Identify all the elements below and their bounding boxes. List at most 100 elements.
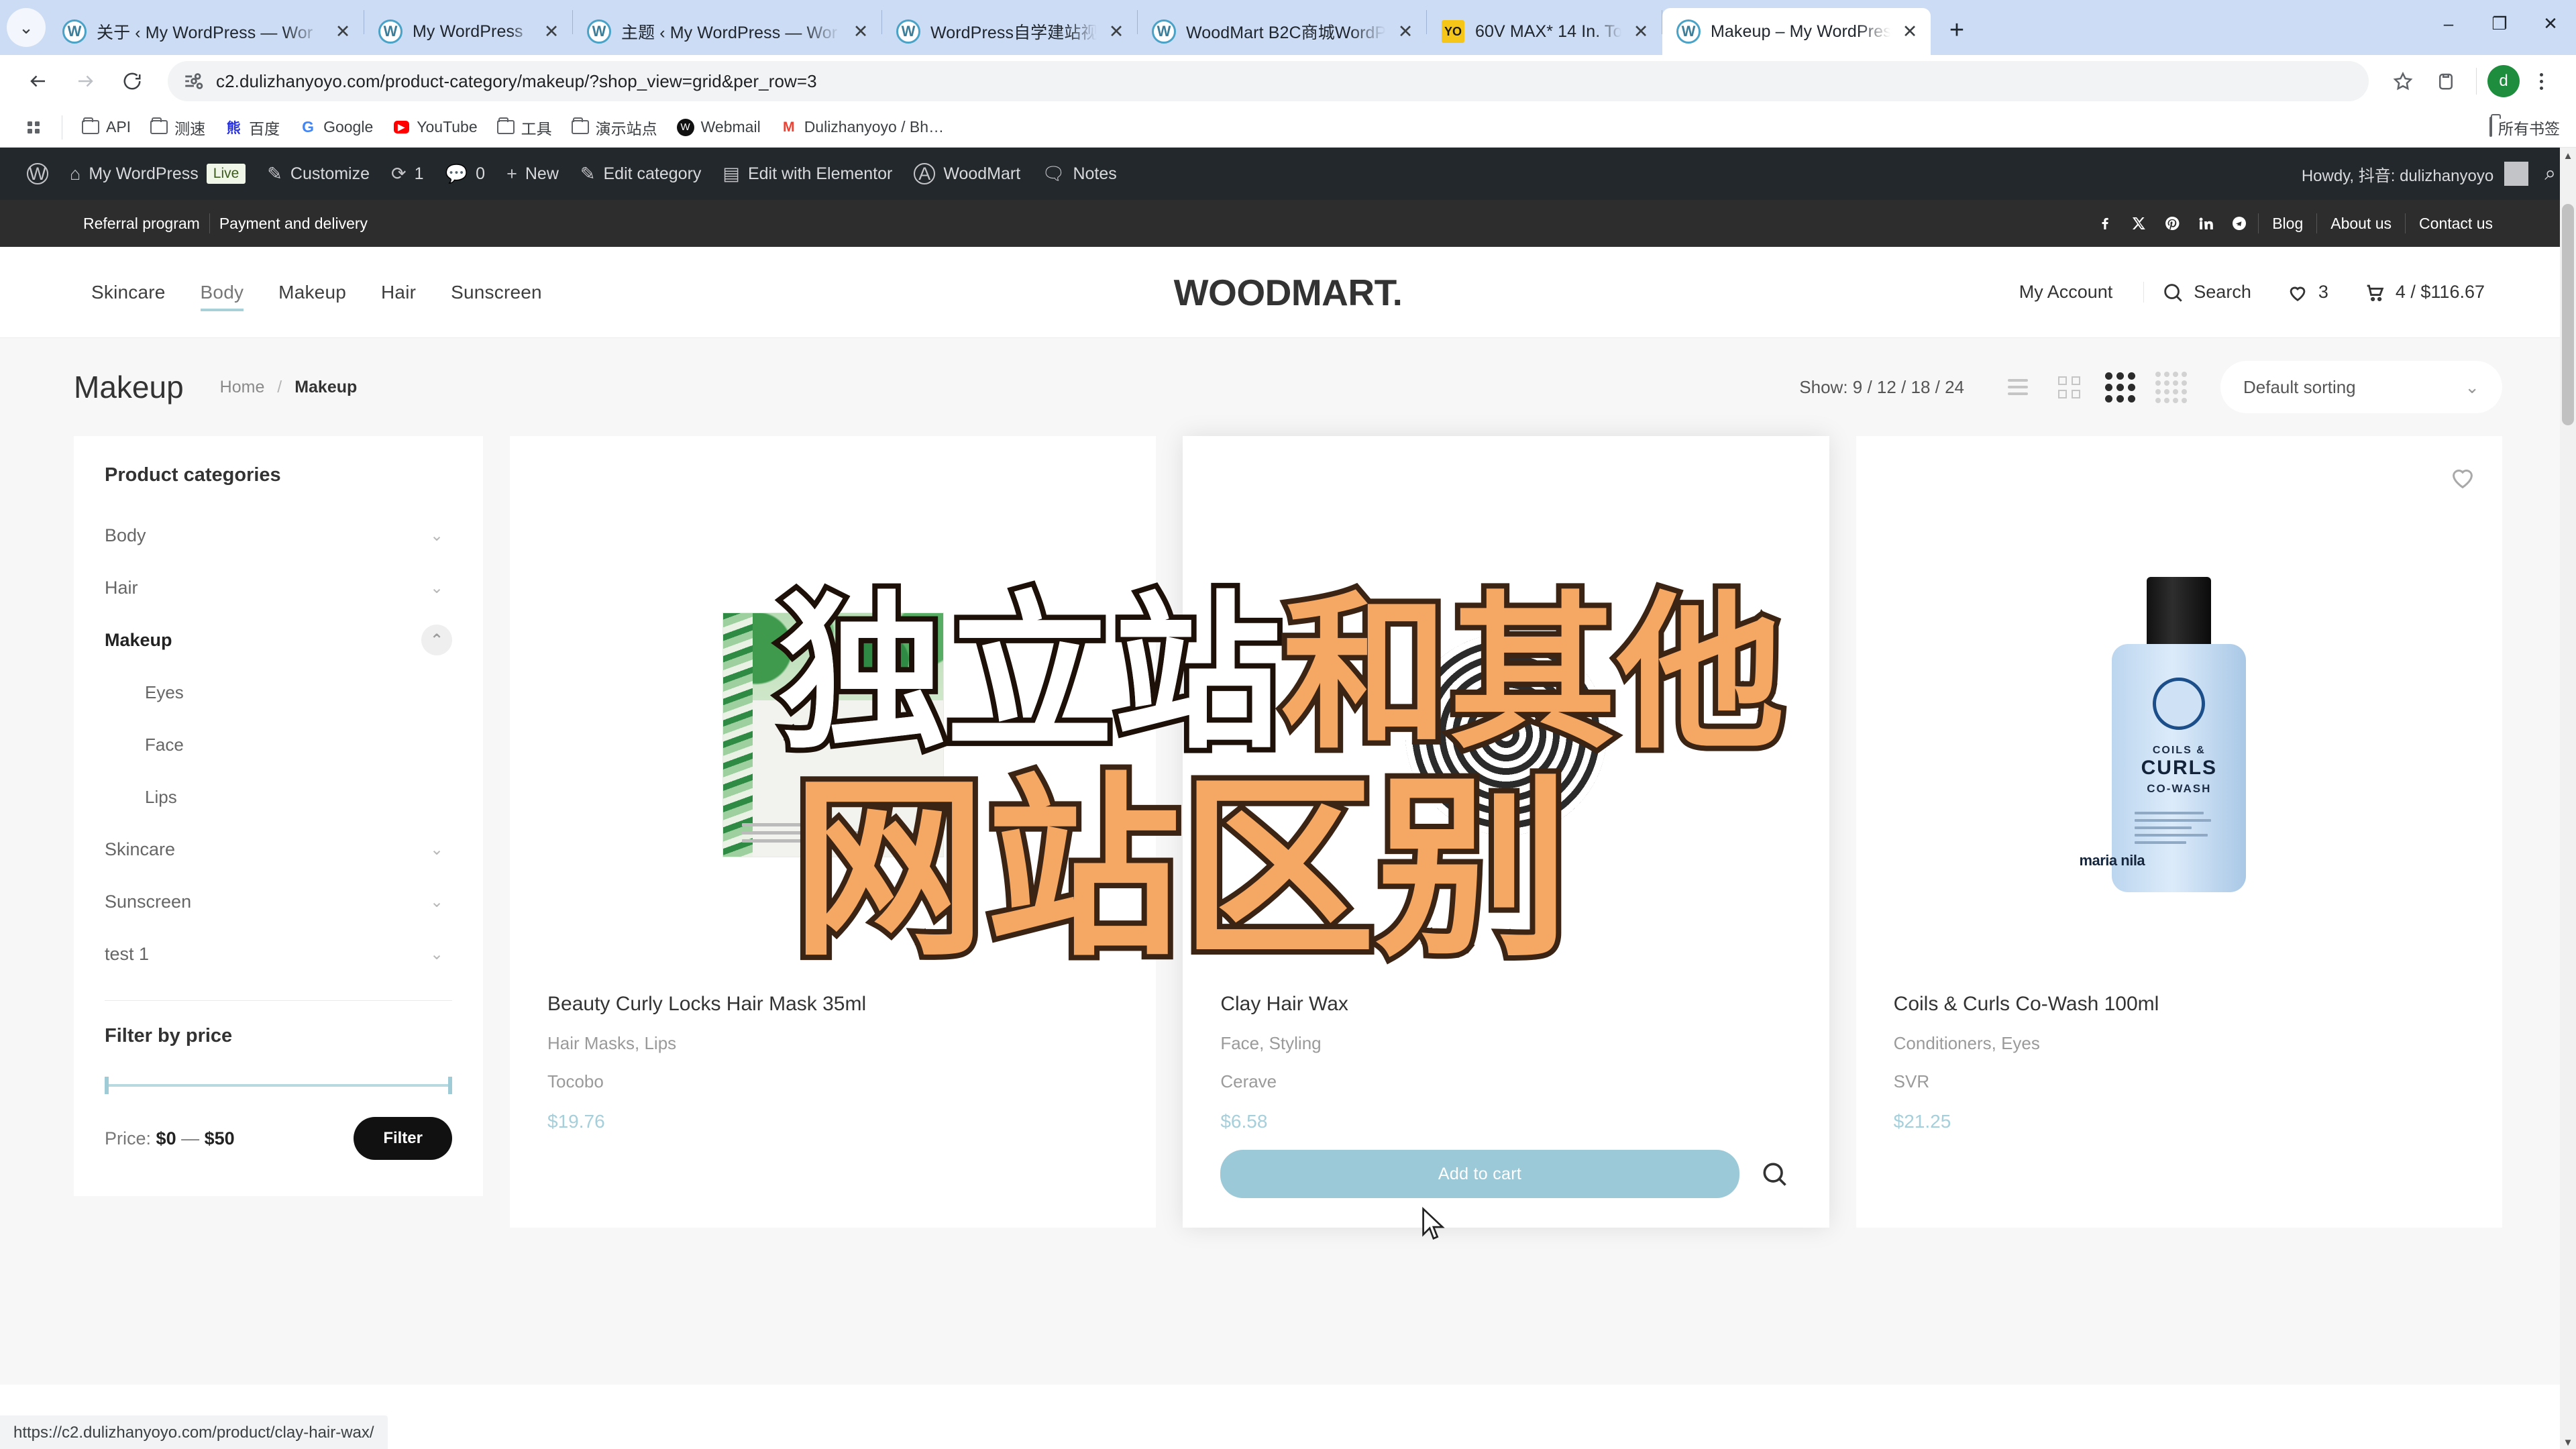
apps-grid-icon[interactable] <box>16 114 51 141</box>
heart-icon[interactable] <box>2447 462 2478 492</box>
new-tab-button[interactable]: + <box>1936 9 1978 51</box>
add-to-cart-button[interactable]: Add to cart <box>1220 1150 1739 1198</box>
bookmark-item[interactable]: G Google <box>290 114 381 141</box>
wp-notes[interactable]: 🗨 Notes <box>1031 148 1128 200</box>
nav-item-body[interactable]: Body <box>183 275 262 311</box>
view-mode-grid-3[interactable] <box>2094 367 2145 407</box>
category-item-test-1[interactable]: test 1 ⌄ <box>105 928 452 980</box>
wp-edit-with-elementor[interactable]: ▤ Edit with Elementor <box>712 148 903 200</box>
product-name[interactable]: Coils & Curls Co-Wash 100ml <box>1894 993 2465 1016</box>
scroll-up-arrow[interactable]: ▲ <box>2560 148 2576 164</box>
pinterest-icon[interactable] <box>2157 209 2187 238</box>
wp-updates[interactable]: ⟳ 1 <box>380 148 435 200</box>
chevron-down-icon[interactable]: ⌄ <box>421 834 452 865</box>
close-window-button[interactable]: ✕ <box>2525 0 2576 47</box>
site-logo[interactable]: WOODMART. <box>1174 271 1403 314</box>
category-item-sunscreen[interactable]: Sunscreen ⌄ <box>105 875 452 928</box>
back-button[interactable] <box>17 60 59 102</box>
product-image[interactable]: COILS & CURLS CO-WASH maria nila <box>1856 436 2502 993</box>
maximize-button[interactable]: ❐ <box>2474 0 2525 47</box>
close-tab-icon[interactable]: ✕ <box>1627 17 1655 46</box>
quick-view-search-icon[interactable] <box>1757 1157 1792 1191</box>
browser-tab[interactable]: 主题 ‹ My WordPress — Wor ✕ <box>573 8 881 55</box>
chevron-down-icon[interactable]: ⌄ <box>421 886 452 917</box>
cart-button[interactable]: 4 / $116.67 <box>2346 281 2502 304</box>
wp-woodmart[interactable]: A WoodMart <box>903 148 1031 200</box>
chevron-down-icon[interactable]: ⌄ <box>421 520 452 551</box>
address-bar[interactable]: c2.dulizhanyoyo.com/product-category/mak… <box>168 61 2369 101</box>
browser-tab[interactable]: WordPress自学建站视频课程 ✕ <box>882 8 1137 55</box>
sorting-select[interactable]: Default sorting ⌄ <box>2220 361 2502 413</box>
view-mode-grid-4[interactable] <box>2145 367 2196 407</box>
my-account-link[interactable]: My Account <box>2019 282 2145 303</box>
wp-comments[interactable]: 💬 0 <box>435 148 496 200</box>
site-settings-icon[interactable] <box>182 70 205 93</box>
wp-howdy-label[interactable]: Howdy, 抖音: dulizhanyoyo <box>2302 162 2493 186</box>
product-name[interactable]: Beauty Curly Locks Hair Mask 35ml <box>547 993 1118 1016</box>
nav-item-skincare[interactable]: Skincare <box>74 275 183 310</box>
forward-button[interactable] <box>64 60 106 102</box>
nav-item-hair[interactable]: Hair <box>364 275 433 310</box>
wp-new[interactable]: + New <box>496 148 570 200</box>
category-item-makeup[interactable]: Makeup ⌃ <box>105 614 452 666</box>
bookmark-item[interactable]: W Webmail <box>668 114 769 141</box>
profile-avatar[interactable]: d <box>2487 65 2520 97</box>
browser-tab[interactable]: Makeup – My WordPress ✕ <box>1662 8 1931 55</box>
page-scrollbar[interactable]: ▲ ▼ <box>2560 148 2576 1449</box>
close-tab-icon[interactable]: ✕ <box>1391 17 1419 46</box>
reload-button[interactable] <box>111 60 153 102</box>
category-item-face[interactable]: Face <box>105 718 452 771</box>
search-icon[interactable]: ⌕ <box>2544 162 2556 185</box>
bookmark-item[interactable]: ▶ YouTube <box>384 114 485 141</box>
nav-item-makeup[interactable]: Makeup <box>261 275 364 310</box>
topbar-link-referral[interactable]: Referral program <box>74 215 209 233</box>
chrome-menu-button[interactable] <box>2524 62 2559 100</box>
close-tab-icon[interactable]: ✕ <box>329 17 357 46</box>
browser-tab[interactable]: YO 60V MAX* 14 In. Top Handle ✕ <box>1427 8 1662 55</box>
close-tab-icon[interactable]: ✕ <box>1896 17 1924 46</box>
scrollbar-thumb[interactable] <box>2562 204 2574 425</box>
wp-edit-category[interactable]: ✎ Edit category <box>570 148 712 200</box>
category-item-skincare[interactable]: Skincare ⌄ <box>105 823 452 875</box>
extensions-icon[interactable] <box>2426 62 2465 101</box>
topbar-link-blog[interactable]: Blog <box>2263 215 2312 233</box>
view-mode-list[interactable] <box>1992 367 2043 407</box>
category-item-eyes[interactable]: Eyes <box>105 666 452 718</box>
show-count-label[interactable]: Show: 9 / 12 / 18 / 24 <box>1799 377 1964 398</box>
wp-customize[interactable]: ✎ Customize <box>256 148 380 200</box>
scroll-down-arrow[interactable]: ▼ <box>2560 1434 2576 1449</box>
nav-item-sunscreen[interactable]: Sunscreen <box>433 275 559 310</box>
browser-tab[interactable]: 关于 ‹ My WordPress — Wor ✕ <box>48 8 364 55</box>
browser-tab[interactable]: WoodMart B2C商城WordPre ✕ <box>1138 8 1426 55</box>
facebook-icon[interactable] <box>2090 209 2120 238</box>
bookmark-item[interactable]: M Dulizhanyoyo / Bh… <box>771 114 952 141</box>
chevron-up-icon[interactable]: ⌃ <box>421 625 452 655</box>
all-bookmarks-button[interactable]: 所有书签 <box>2489 116 2560 139</box>
chevron-down-icon[interactable]: ⌄ <box>421 938 452 969</box>
bookmark-item[interactable]: 测速 <box>142 112 213 143</box>
product-card[interactable]: COILS & CURLS CO-WASH maria nila Coils & Cur… <box>1856 436 2502 1228</box>
product-image[interactable] <box>1183 436 1829 993</box>
bookmark-item[interactable]: 演示站点 <box>563 112 665 143</box>
breadcrumb-home[interactable]: Home <box>220 378 265 396</box>
category-item-hair[interactable]: Hair ⌄ <box>105 561 452 614</box>
category-item-body[interactable]: Body ⌄ <box>105 509 452 561</box>
wishlist-button[interactable]: 3 <box>2269 281 2346 304</box>
search-button[interactable]: Search <box>2144 281 2269 304</box>
chevron-down-icon[interactable]: ⌄ <box>421 572 452 603</box>
wp-logo-menu[interactable]: W <box>16 148 59 200</box>
product-card[interactable]: Beauty Curly Locks Hair Mask 35ml Hair Ma… <box>510 436 1157 1228</box>
close-tab-icon[interactable]: ✕ <box>1102 17 1130 46</box>
slider-handle-min[interactable] <box>105 1077 109 1094</box>
slider-handle-max[interactable] <box>448 1077 452 1094</box>
topbar-link-payment[interactable]: Payment and delivery <box>210 215 377 233</box>
close-tab-icon[interactable]: ✕ <box>847 17 875 46</box>
view-mode-grid-2[interactable] <box>2043 367 2094 407</box>
topbar-link-about[interactable]: About us <box>2321 215 2401 233</box>
topbar-link-contact[interactable]: Contact us <box>2410 215 2502 233</box>
bookmark-item[interactable]: 熊百度 <box>216 112 288 143</box>
bookmark-item[interactable]: API <box>73 114 139 141</box>
tab-search-button[interactable]: ⌄ <box>4 0 48 55</box>
wp-site-name[interactable]: ⌂ My WordPress Live <box>59 148 256 200</box>
filter-button[interactable]: Filter <box>354 1117 452 1160</box>
